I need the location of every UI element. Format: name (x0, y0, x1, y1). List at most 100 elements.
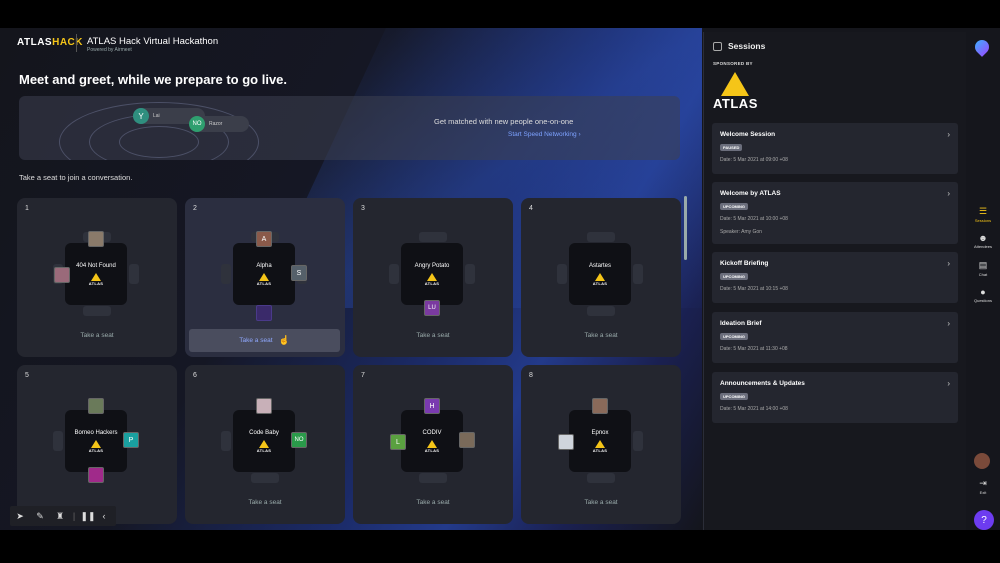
table-card[interactable]: 1 404 Not Found ATLAS Take a seat (17, 198, 177, 357)
rail-label: Questions (973, 298, 992, 303)
scrollbar-thumb[interactable] (684, 196, 687, 260)
seat[interactable] (419, 232, 447, 242)
rail-attendees[interactable]: ☻ Attendees (966, 233, 1000, 249)
chevron-right-icon: › (578, 131, 581, 138)
seat[interactable] (587, 232, 615, 242)
attendee-avatar[interactable]: L (390, 434, 406, 450)
rail-chat[interactable]: ▤ Chat (966, 260, 1000, 277)
cursor-icon: ☝ (278, 335, 290, 345)
match-name: Lai (153, 113, 160, 119)
user-avatar[interactable] (974, 453, 990, 469)
session-card[interactable]: Welcome by ATLAS › UPCOMING Date: 5 Mar … (712, 182, 958, 244)
attendee-avatar[interactable]: NO (291, 432, 307, 448)
attendee-avatar[interactable]: A (256, 231, 272, 247)
seat[interactable] (221, 431, 231, 451)
session-card[interactable]: Kickoff Briefing › UPCOMING Date: 5 Mar … (712, 252, 958, 303)
take-seat-button[interactable]: Take a seat (521, 499, 681, 506)
pause-icon[interactable]: ❚❚ (78, 506, 98, 526)
seat[interactable] (419, 473, 447, 483)
annotation-toolbar: ➤ ✎ ♜ | ❚❚ ‹ (10, 506, 116, 526)
table-card[interactable]: 6 Code Baby ATLAS NO Take a seat (185, 365, 345, 524)
attendee-avatar[interactable] (88, 231, 104, 247)
take-seat-button[interactable]: Take a seat (353, 332, 513, 339)
session-card[interactable]: Announcements & Updates › UPCOMING Date:… (712, 372, 958, 423)
session-title: Welcome by ATLAS (720, 190, 781, 197)
separator: | (72, 511, 76, 521)
take-seat-button[interactable]: Take a seat (521, 332, 681, 339)
attendee-avatar[interactable] (558, 434, 574, 450)
attendee-avatar[interactable]: S (291, 265, 307, 281)
table: Epnox ATLAS (569, 410, 631, 472)
atlas-logo: ATLAS (593, 273, 608, 286)
seat[interactable] (587, 473, 615, 483)
rail-label: Attendees (973, 244, 992, 249)
attendee-avatar[interactable]: P (123, 432, 139, 448)
attendee-avatar[interactable] (256, 398, 272, 414)
table-card[interactable]: 5 Borneo Hackers ATLAS P (17, 365, 177, 524)
empty-seat-highlight[interactable] (256, 305, 272, 321)
status-badge: UPCOMING (720, 273, 748, 280)
attendee-avatar[interactable] (592, 398, 608, 414)
chevron-right-icon: › (947, 379, 950, 388)
seat[interactable] (633, 431, 643, 451)
table: Astartes ATLAS (569, 243, 631, 305)
take-seat-button[interactable]: Take a seat (17, 332, 177, 339)
attendee-avatar[interactable] (459, 432, 475, 448)
session-card[interactable]: Welcome Session › PAUSED Date: 5 Mar 202… (712, 123, 958, 174)
attendee-avatar[interactable] (88, 398, 104, 414)
rail-exit[interactable]: ⇥ Exit (966, 478, 1000, 495)
table: CODIV ATLAS (401, 410, 463, 472)
rail-sessions[interactable]: ☰ Sessions (966, 206, 1000, 223)
sessions-icon: ☰ (978, 206, 988, 216)
seat[interactable] (53, 431, 63, 451)
session-title: Welcome Session (720, 131, 776, 138)
attendee-avatar[interactable]: LU (424, 300, 440, 316)
take-seat-button[interactable]: Take a seat ☝ (189, 329, 340, 352)
highlighter-icon[interactable]: ♜ (50, 506, 70, 526)
help-button[interactable]: ? (974, 510, 994, 530)
take-seat-button[interactable]: Take a seat (353, 499, 513, 506)
seat[interactable] (389, 264, 399, 284)
take-seat-button[interactable]: Take a seat (185, 499, 345, 506)
atlas-logo: ATLAS (425, 440, 440, 453)
table-number: 8 (529, 372, 533, 379)
orbit-ring (119, 126, 199, 158)
session-card[interactable]: Ideation Brief › UPCOMING Date: 5 Mar 20… (712, 312, 958, 363)
seat[interactable] (83, 306, 111, 316)
chevron-right-icon: › (947, 319, 950, 328)
rail-questions[interactable]: ● Questions (966, 287, 1000, 303)
atlashack-logo[interactable]: ATLASHACK (17, 37, 83, 48)
airmeet-logo-icon[interactable] (972, 37, 992, 57)
sessions-panel: Sessions SPONSORED BY ATLAS Welcome Sess… (703, 32, 966, 530)
start-speed-networking-link[interactable]: Start Speed Networking › (508, 131, 581, 138)
table-name: Borneo Hackers (74, 430, 118, 436)
table-number: 7 (361, 372, 365, 379)
seat[interactable] (557, 264, 567, 284)
attendee-avatar[interactable] (88, 467, 104, 483)
table-card[interactable]: 2 Alpha ATLAS A S Take a seat ☝ (185, 198, 345, 357)
table-name: Code Baby (249, 430, 279, 436)
table-number: 1 (25, 205, 29, 212)
seat[interactable] (129, 264, 139, 284)
table-card[interactable]: 3 Angry Potato ATLAS LU Take a seat (353, 198, 513, 357)
pen-icon[interactable]: ✎ (30, 506, 50, 526)
sponsor-name: ATLAS (713, 96, 758, 111)
seat[interactable] (221, 264, 231, 284)
attendee-avatar[interactable]: H (424, 398, 440, 414)
atlas-logo: ATLAS (593, 440, 608, 453)
sponsor-logo[interactable]: ATLAS (713, 72, 758, 111)
table-card[interactable]: 7 CODIV ATLAS H L Take a seat (353, 365, 513, 524)
table: Alpha ATLAS (233, 243, 295, 305)
seat[interactable] (633, 264, 643, 284)
hint-text: Take a seat to join a conversation. (19, 173, 133, 182)
panel-header: Sessions (713, 41, 765, 51)
seat[interactable] (251, 473, 279, 483)
speed-networking-banner: Lai Y Razor NO Get matched with new peop… (19, 96, 680, 160)
seat[interactable] (465, 264, 475, 284)
attendee-avatar[interactable] (54, 267, 70, 283)
table-card[interactable]: 8 Epnox ATLAS Take a seat (521, 365, 681, 524)
collapse-icon[interactable]: ‹ (98, 506, 110, 526)
seat[interactable] (587, 306, 615, 316)
table-card[interactable]: 4 Astartes ATLAS Take a seat (521, 198, 681, 357)
pointer-icon[interactable]: ➤ (10, 506, 30, 526)
